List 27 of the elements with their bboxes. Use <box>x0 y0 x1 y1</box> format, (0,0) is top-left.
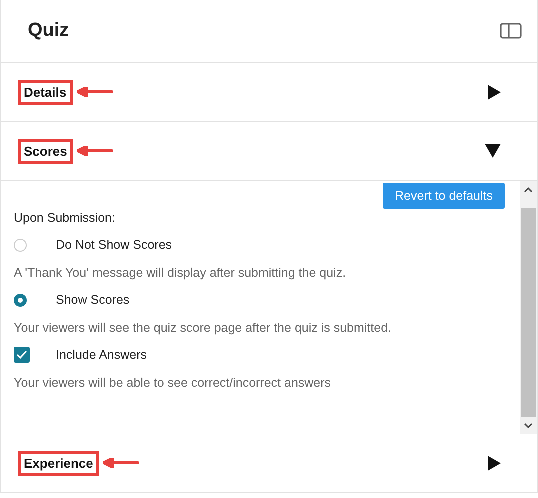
arrow-icon <box>103 458 140 468</box>
caret-right-icon[interactable] <box>488 84 501 100</box>
section-heading: Upon Submission: <box>14 211 116 225</box>
scroll-down-icon[interactable] <box>524 422 533 428</box>
option-description: Your viewers will be able to see correct/incorrect answers <box>14 376 332 390</box>
radio-button[interactable] <box>14 294 27 306</box>
panel-title: Quiz <box>28 20 70 42</box>
section-header[interactable]: Details <box>1 63 537 122</box>
option-description: Your viewers will see the quiz score page after the quiz is submitted. <box>14 321 393 335</box>
section-label: Details <box>18 80 73 104</box>
option-label: Do Not Show Scores <box>56 238 172 252</box>
scrollbar[interactable] <box>520 181 537 434</box>
arrow-icon <box>77 146 114 156</box>
caret-right-icon[interactable] <box>488 456 501 470</box>
section-label: Scores <box>18 138 74 164</box>
section-label: Experience <box>18 450 100 476</box>
arrow-icon <box>76 87 113 97</box>
option-label: Include Answers <box>56 348 148 362</box>
section-header[interactable]: Scores <box>1 122 537 181</box>
panel-layout-icon[interactable] <box>500 23 522 39</box>
scroll-up-icon[interactable] <box>524 186 533 192</box>
checkmark-icon <box>16 350 28 360</box>
checkbox[interactable] <box>14 347 30 363</box>
option-label: Show Scores <box>56 293 130 307</box>
option-description: A 'Thank You' message will display after submitting the quiz. <box>14 266 348 280</box>
section-header[interactable]: Experience <box>1 434 537 492</box>
caret-down-icon[interactable] <box>485 144 501 158</box>
